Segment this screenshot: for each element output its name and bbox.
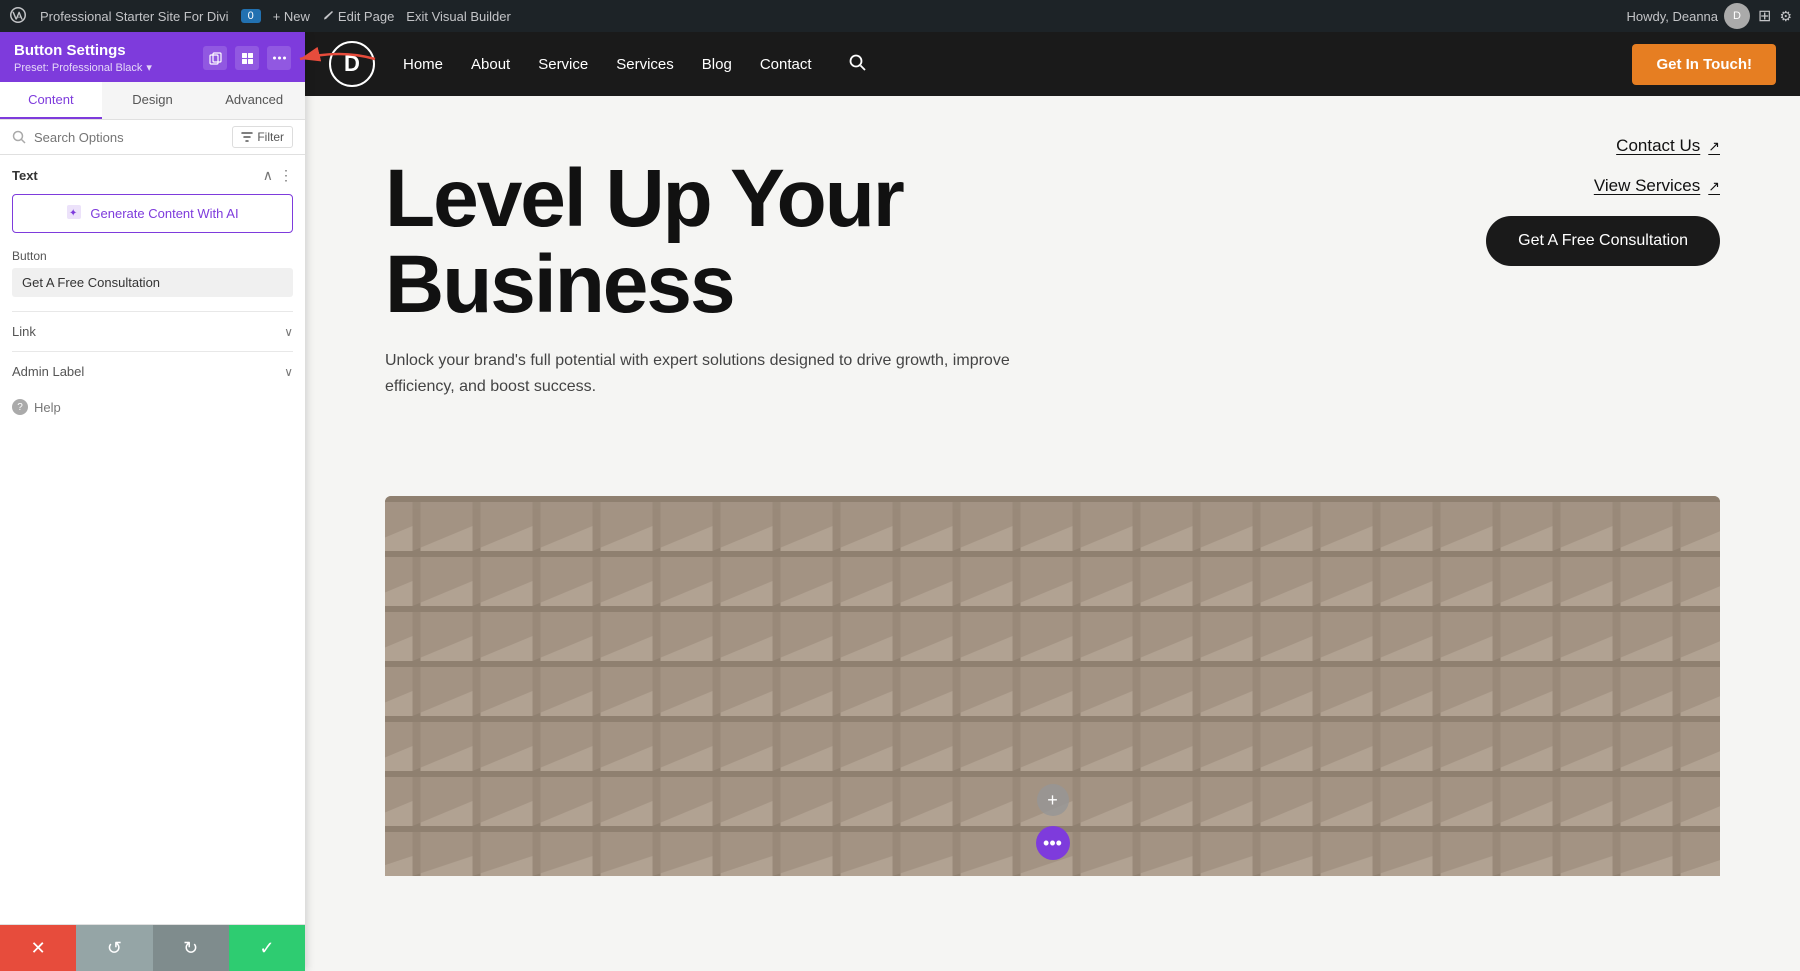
- nav-blog[interactable]: Blog: [702, 56, 732, 73]
- admin-label-section-title: Admin Label: [12, 364, 84, 379]
- copy-icon-btn[interactable]: [203, 46, 227, 70]
- layout-icon-btn[interactable]: [235, 46, 259, 70]
- redo-button[interactable]: ↻: [153, 925, 229, 971]
- wp-logo-icon[interactable]: [8, 5, 28, 28]
- text-section-collapse[interactable]: ∧: [263, 167, 273, 184]
- sidebar-panel: Button Settings Preset: Professional Bla…: [0, 32, 305, 971]
- contact-us-link[interactable]: Contact Us ↗: [1616, 136, 1720, 156]
- sidebar-content: Text ∧ ⋮ ✦ Generate Content With AI B: [0, 155, 305, 924]
- cancel-button[interactable]: ✕: [0, 925, 76, 971]
- link-chevron-icon: ∨: [284, 325, 293, 339]
- button-field-label: Button: [12, 249, 293, 263]
- nav-contact[interactable]: Contact: [760, 56, 812, 73]
- hero-section: Contact Us ↗ View Services ↗ Get A Free …: [305, 96, 1800, 971]
- hero-title: Level Up Your Business: [385, 156, 1065, 328]
- divi-navigation: D Home About Service Services Blog Conta…: [305, 32, 1800, 96]
- more-options-icon-btn[interactable]: [267, 46, 291, 70]
- new-content-link[interactable]: + New: [273, 9, 310, 24]
- exit-builder-link[interactable]: Exit Visual Builder: [406, 9, 511, 24]
- tab-design[interactable]: Design: [102, 82, 204, 119]
- preset-chevron-icon: ▾: [146, 61, 152, 74]
- text-section-title: Text: [12, 168, 38, 183]
- admin-label-section-header[interactable]: Admin Label ∨: [12, 364, 293, 379]
- svg-text:✦: ✦: [69, 208, 77, 219]
- get-in-touch-button[interactable]: Get In Touch!: [1632, 44, 1776, 85]
- contact-arrow-icon: ↗: [1708, 138, 1720, 155]
- admin-label-section: Admin Label ∨: [12, 351, 293, 391]
- search-options-input[interactable]: [34, 130, 224, 145]
- ai-generate-button[interactable]: ✦ Generate Content With AI: [12, 194, 293, 233]
- site-name-link[interactable]: Professional Starter Site For Divi: [40, 9, 229, 24]
- undo-button[interactable]: ↺: [76, 925, 152, 971]
- sidebar-search-bar: Filter: [0, 120, 305, 155]
- page-content: D Home About Service Services Blog Conta…: [305, 32, 1800, 971]
- nav-service[interactable]: Service: [538, 56, 588, 73]
- more-options-button[interactable]: •••: [1036, 826, 1070, 860]
- filter-icon: [241, 131, 253, 143]
- sidebar-title: Button Settings: [14, 42, 152, 59]
- building-illustration: [385, 496, 1720, 876]
- tab-content[interactable]: Content: [0, 82, 102, 119]
- ai-icon: ✦: [66, 204, 82, 223]
- main-navigation: Home About Service Services Blog Contact: [403, 53, 866, 76]
- link-section: Link ∨: [12, 311, 293, 351]
- save-button[interactable]: ✓: [229, 925, 305, 971]
- hero-subtitle: Unlock your brand's full potential with …: [385, 348, 1025, 399]
- divi-logo[interactable]: D: [329, 41, 375, 87]
- nav-services[interactable]: Services: [616, 56, 674, 73]
- howdy-label: Howdy, Deanna D: [1626, 3, 1750, 29]
- text-section-header: Text ∧ ⋮: [12, 167, 293, 184]
- help-link[interactable]: ? Help: [12, 391, 293, 423]
- nav-about[interactable]: About: [471, 56, 510, 73]
- admin-label-chevron-icon: ∨: [284, 365, 293, 379]
- add-section-button[interactable]: +: [1037, 784, 1069, 816]
- hero-image: + •••: [385, 496, 1720, 876]
- comments-link[interactable]: 0: [241, 9, 261, 23]
- section-controls: ∧ ⋮: [263, 167, 293, 184]
- sidebar-footer: ✕ ↺ ↻ ✓: [0, 924, 305, 971]
- button-text-input[interactable]: [12, 268, 293, 297]
- search-icon: [12, 130, 26, 144]
- link-section-header[interactable]: Link ∨: [12, 324, 293, 339]
- link-section-title: Link: [12, 324, 36, 339]
- tab-advanced[interactable]: Advanced: [203, 82, 305, 119]
- avatar: D: [1724, 3, 1750, 29]
- ai-sparkle-icon: ✦: [66, 204, 82, 220]
- filter-button[interactable]: Filter: [232, 126, 293, 148]
- text-section-more[interactable]: ⋮: [279, 167, 293, 184]
- view-services-link[interactable]: View Services ↗: [1594, 176, 1720, 196]
- services-arrow-icon: ↗: [1708, 178, 1720, 195]
- comments-count: 0: [241, 9, 261, 23]
- search-icon[interactable]: [848, 53, 866, 76]
- sidebar-header-icons: [203, 46, 291, 70]
- sidebar-preset: Preset: Professional Black ▾: [14, 61, 152, 74]
- button-field-row: Button: [12, 249, 293, 297]
- sidebar-header: Button Settings Preset: Professional Bla…: [0, 32, 305, 82]
- hero-cta-panel: Contact Us ↗ View Services ↗ Get A Free …: [1486, 136, 1720, 266]
- screen-options-icon[interactable]: ⊞: [1758, 6, 1771, 26]
- sidebar-tabs: Content Design Advanced: [0, 82, 305, 120]
- consultation-button[interactable]: Get A Free Consultation: [1486, 216, 1720, 266]
- edit-page-link[interactable]: Edit Page: [322, 9, 394, 24]
- wp-admin-bar: Professional Starter Site For Divi 0 + N…: [0, 0, 1800, 32]
- nav-home[interactable]: Home: [403, 56, 443, 73]
- help-circle-icon: ?: [12, 399, 28, 415]
- hero-inner: Contact Us ↗ View Services ↗ Get A Free …: [305, 96, 1800, 496]
- settings-icon[interactable]: ⚙: [1779, 8, 1792, 25]
